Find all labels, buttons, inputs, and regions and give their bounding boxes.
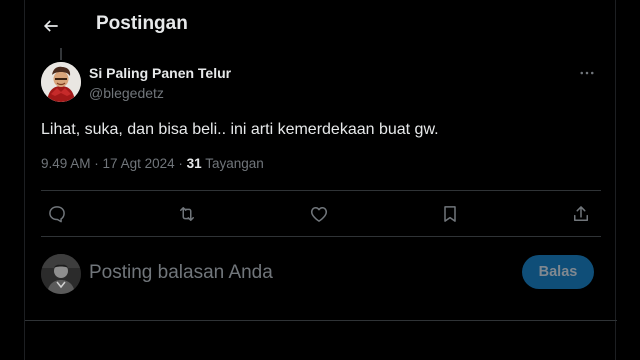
views-count[interactable]: 31 <box>187 156 202 171</box>
meta-separator: · <box>178 156 187 171</box>
next-reply-placeholder <box>25 320 617 360</box>
post-meta: 9.49 AM · 17 Agt 2024 · 31 Tayangan <box>41 156 264 171</box>
back-button[interactable] <box>37 12 65 40</box>
author-handle[interactable]: @blegedetz <box>89 85 164 101</box>
reply-submit-button[interactable]: Balas <box>522 255 594 289</box>
share-button[interactable] <box>568 202 594 226</box>
comment-icon <box>49 206 65 223</box>
share-icon <box>574 206 588 221</box>
post-text: Lihat, suka, dan bisa beli.. ini arti ke… <box>41 121 439 138</box>
like-button[interactable] <box>306 202 332 226</box>
arrow-left-icon <box>43 20 58 32</box>
page-title: Postingan <box>96 13 188 34</box>
reply-input[interactable] <box>89 258 509 288</box>
author-avatar[interactable] <box>41 62 81 102</box>
repost-button[interactable] <box>174 202 200 226</box>
current-user-avatar[interactable] <box>41 254 81 294</box>
post-detail-column: Postingan Si Paling Panen Telur @blegede… <box>24 0 617 360</box>
more-options-button[interactable] <box>573 62 601 84</box>
author-avatar-image <box>41 62 81 102</box>
divider <box>41 236 601 237</box>
reply-button[interactable] <box>44 202 70 226</box>
repost-icon <box>180 207 194 221</box>
heart-icon <box>310 207 328 222</box>
page-header: Postingan <box>25 0 617 52</box>
views-label: Tayangan <box>205 156 264 171</box>
post-time[interactable]: 9.49 AM <box>41 156 91 171</box>
post-date[interactable]: 17 Agt 2024 <box>103 156 175 171</box>
divider <box>41 190 601 191</box>
bookmark-button[interactable] <box>437 202 463 226</box>
current-user-avatar-image <box>41 254 81 294</box>
author-name[interactable]: Si Paling Panen Telur <box>89 65 231 81</box>
meta-separator: · <box>94 156 103 171</box>
thread-connector-line <box>60 48 62 60</box>
more-horizontal-icon <box>580 71 594 75</box>
bookmark-icon <box>444 206 456 222</box>
